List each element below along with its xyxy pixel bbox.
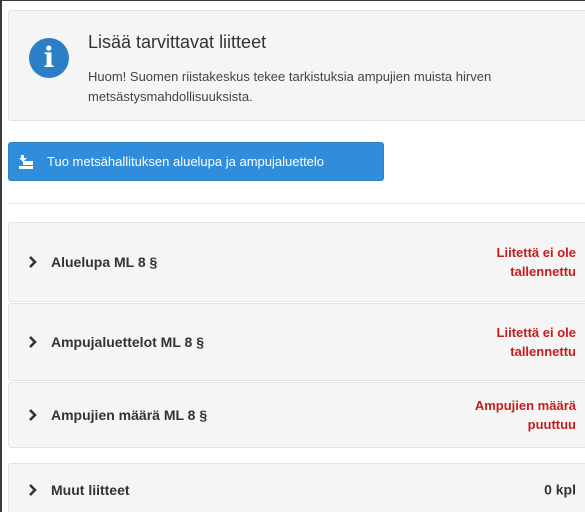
info-text: Huom! Suomen riistakeskus tekee tarkistu…	[88, 69, 492, 104]
chevron-right-icon	[29, 256, 37, 268]
divider	[8, 203, 585, 204]
section-status: Liitettä ei ole tallennettu	[496, 325, 576, 359]
section-ampujaluettelot[interactable]: Ampujaluettelot ML 8 § Liitettä ei ole t…	[8, 303, 585, 381]
section-title: Muut liitteet	[51, 482, 130, 498]
section-title: Ampujaluettelot ML 8 §	[51, 334, 204, 350]
chevron-right-icon	[29, 336, 37, 348]
chevron-right-icon	[29, 409, 37, 421]
section-muut-liitteet[interactable]: Muut liitteet 0 kpl	[8, 463, 585, 512]
section-status: Liitettä ei ole tallennettu	[496, 245, 576, 279]
import-icon	[19, 155, 33, 169]
info-icon: i	[29, 38, 69, 78]
info-title: Lisää tarvittavat liitteet	[88, 32, 267, 52]
section-title: Aluelupa ML 8 §	[51, 254, 158, 270]
section-title: Ampujien määrä ML 8 §	[51, 407, 208, 423]
section-aluelupa[interactable]: Aluelupa ML 8 § Liitettä ei ole tallenne…	[8, 222, 585, 302]
attachments-panel: i Lisää tarvittavat liitteet Huom! Suome…	[0, 0, 585, 512]
import-permit-button[interactable]: Tuo metsähallituksen aluelupa ja ampujal…	[8, 142, 384, 181]
chevron-right-icon	[29, 484, 37, 496]
section-ampujien-maara[interactable]: Ampujien määrä ML 8 § Ampujien määrä puu…	[8, 382, 585, 448]
section-status: Ampujien määrä puuttuu	[474, 398, 576, 432]
info-callout: i Lisää tarvittavat liitteet Huom! Suome…	[8, 10, 585, 121]
section-count: 0 kpl	[544, 481, 576, 498]
import-button-label: Tuo metsähallituksen aluelupa ja ampujal…	[47, 154, 325, 169]
